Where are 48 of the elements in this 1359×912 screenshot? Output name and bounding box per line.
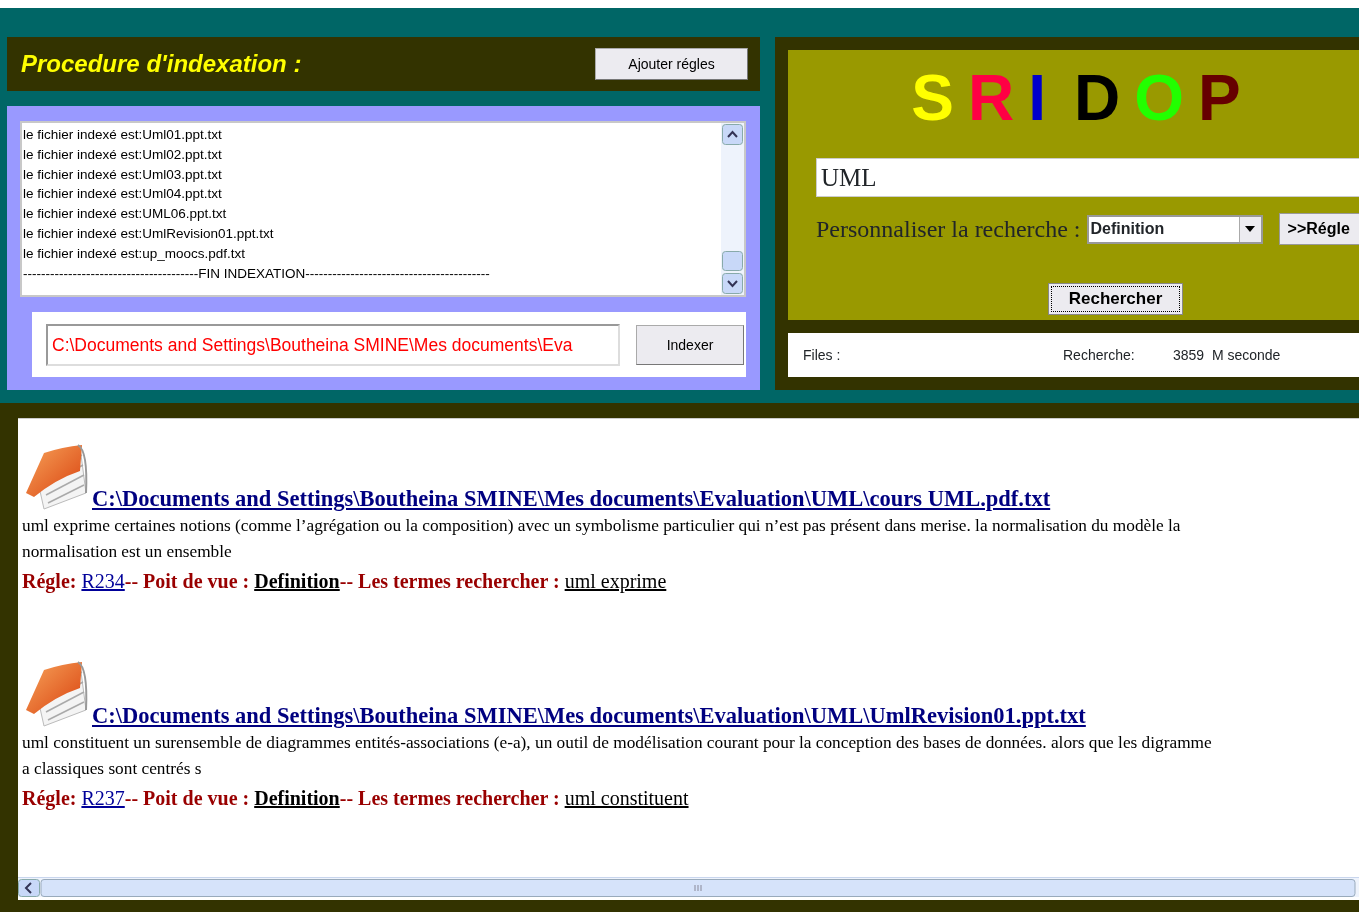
search-time: 3859 M seconde — [1173, 347, 1281, 363]
scroll-down-icon[interactable] — [722, 273, 743, 294]
terms-label: -- Les termes rechercher : — [339, 570, 560, 592]
search-button[interactable]: Rechercher — [1048, 283, 1183, 315]
logo-letter: R — [968, 62, 1015, 134]
view-dropdown[interactable]: Definition — [1086, 214, 1263, 244]
log-line: le fichier indexé est:Uml03.ppt.txt — [23, 165, 223, 184]
view-label: -- Poit de vue : — [124, 570, 250, 592]
rule-link[interactable]: R237 — [81, 787, 125, 809]
caret-icon — [1245, 226, 1256, 232]
scroll-left-icon[interactable] — [18, 878, 40, 897]
rule-label: Régle: — [22, 570, 77, 592]
index-button[interactable]: Indexer — [636, 324, 744, 365]
terms-value: uml exprime — [564, 570, 667, 592]
logo-letter: O — [1134, 62, 1184, 134]
add-rules-button[interactable]: Ajouter régles — [595, 48, 748, 80]
logo-letter: I — [1028, 62, 1046, 134]
result-link[interactable]: C:\Documents and Settings\Boutheina SMINE\Mes documents\Evaluation\UML\cours UML.pdf.txt — [92, 487, 1051, 511]
rule-link[interactable]: R234 — [81, 570, 125, 592]
log-line: ---------------------------------------FIN INDEXATION----------------------------------------- — [23, 264, 491, 283]
scroll-up-icon[interactable] — [722, 124, 743, 145]
scrollbar[interactable] — [721, 123, 744, 295]
search-time-label: Recherche: — [1063, 347, 1136, 363]
log-line: le fichier indexé est:Uml01.ppt.txt — [23, 126, 223, 144]
terms-value: uml constituent — [564, 787, 689, 809]
result-link[interactable]: C:\Documents and Settings\Boutheina SMINE\Mes documents\Evaluation\UML\UmlRevision01.ppt.txt — [92, 704, 1086, 728]
view-value: Definition — [254, 787, 340, 809]
log-line: le fichier indexé est:Uml04.ppt.txt — [23, 185, 223, 204]
view-value: Definition — [254, 570, 340, 592]
terms-label: -- Les termes rechercher : — [339, 787, 560, 809]
logo-letter: S — [911, 62, 954, 134]
log-line: le fichier indexé est:UmlRevision01.ppt.txt — [23, 225, 275, 243]
result-snippet: uml constituent un surensemble de diagrammes entités-associations (e-a), un outil de modélisation courant pour la conception des bases de données. alors que les digramme a classiques sont centrés s — [22, 732, 1213, 780]
customize-label: Personnaliser la recherche : — [816, 215, 1081, 243]
scroll-thumb[interactable] — [722, 251, 743, 271]
log-line: le fichier indexé est:Uml02.ppt.txt — [23, 145, 223, 164]
rule-label: Régle: — [22, 787, 77, 809]
rules-button[interactable]: >>Régle — [1278, 213, 1359, 245]
logo-letter: P — [1198, 62, 1241, 134]
search-field[interactable]: UML — [816, 158, 1359, 197]
panel-title: Procedure d'indexation : — [21, 50, 302, 78]
logo-letter: D — [1074, 62, 1121, 134]
view-label: -- Poit de vue : — [124, 787, 250, 809]
result-snippet: uml exprime certaines notions (comme l’agrégation ou la composition) avec un symbolisme particulier qui n’est pas présent dans merise. la normalisation du modèle la normalisation est un ensemble — [22, 515, 1182, 563]
log-line: le fichier indexé est:up_moocs.pdf.txt — [23, 244, 247, 263]
path-field[interactable]: C:\Documents and Settings\Boutheina SMINE\Mes documents\Eva — [46, 323, 620, 366]
log-line: le fichier indexé est:UML06.ppt.txt — [23, 205, 228, 224]
files-label: Files : — [803, 347, 842, 363]
